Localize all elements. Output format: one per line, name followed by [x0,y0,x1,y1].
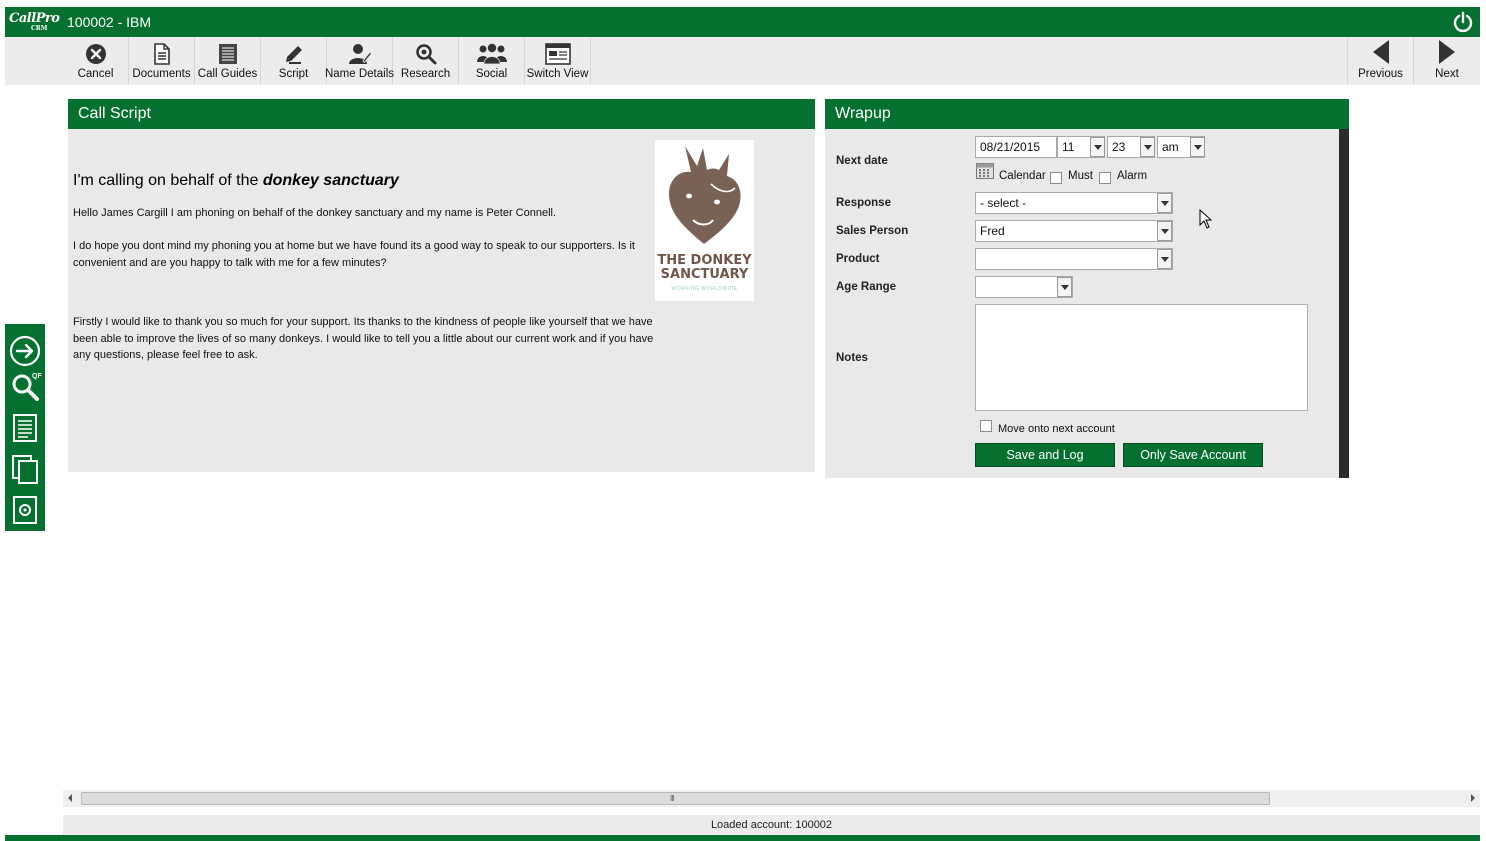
cancel-button[interactable]: Cancel [63,37,129,85]
previous-arrow-icon [1372,40,1389,64]
cancel-label: Cancel [77,68,114,80]
notes-label: Notes [836,352,868,364]
cancel-icon [85,44,106,64]
document-icon [153,43,170,65]
quick-access-sidebar: QF [5,324,45,531]
social-label: Social [475,68,508,80]
response-select[interactable]: - select - [975,192,1173,214]
only-save-account-button[interactable]: Only Save Account [1123,443,1263,467]
script-heading-prefix: I'm calling on behalf of the [73,172,263,189]
arrow-right-circle-icon[interactable] [9,335,41,367]
script-button[interactable]: Script [261,37,327,85]
name-details-button[interactable]: Name Details [324,37,395,85]
calendar-label: Calendar [999,170,1046,182]
documents-label: Documents [132,68,191,80]
notes-textarea[interactable] [975,304,1308,411]
research-button[interactable]: Research [393,37,459,85]
call-guides-label: Call Guides [197,68,258,80]
alarm-checkbox[interactable] [1099,172,1111,184]
call-guides-button[interactable]: Call Guides [195,37,261,85]
next-arrow-icon [1439,40,1455,64]
scroll-thumb[interactable]: III [81,792,1270,805]
next-date-input[interactable]: 08/21/2015 [975,136,1057,158]
toolbar: Cancel Documents Call Guides Script Name… [5,37,1480,85]
move-next-account-label: Move onto next account [998,423,1115,435]
wrapup-body: Next date 08/21/2015 11 23 am Calendar M… [825,129,1349,478]
script-icon [285,46,302,64]
call-script-title: Call Script [78,105,151,122]
app-window: CallPro CRM 100002 - IBM Cancel Documents [5,7,1480,841]
power-icon[interactable] [1452,11,1474,33]
script-paragraph-2: I do hope you dont mind my phoning you a… [73,240,635,269]
scroll-grip: III [670,794,675,803]
next-label: Next [1435,68,1459,80]
previous-button[interactable]: Previous [1347,37,1413,85]
quick-find-button[interactable]: QF [9,371,42,403]
logo-line-1: THE DONKEY [657,253,752,268]
script-paragraph-1: Hello James Cargill I am phoning on beha… [73,207,557,219]
callpro-logo: CallPro CRM [9,11,60,32]
age-range-label: Age Range [836,281,897,293]
logo-line-3: WORKING WORLDWIDE [671,286,738,292]
age-range-dropdown-button[interactable] [1057,277,1072,297]
switch-view-icon [544,43,571,65]
next-date-label: Next date [836,155,888,167]
alarm-label: Alarm [1117,170,1148,182]
script-heading-emphasis: donkey sanctuary [262,172,399,189]
response-dropdown-button[interactable] [1157,193,1172,213]
wrapup-title: Wrapup [835,105,891,122]
previous-label: Previous [1358,68,1403,80]
copy-pages-icon[interactable] [9,453,41,485]
product-label: Product [836,253,880,265]
status-text: Loaded account: 100002 [710,819,833,831]
next-button[interactable]: Next [1413,37,1480,85]
hour-dropdown-button[interactable] [1090,137,1105,157]
social-button[interactable]: Social [459,37,525,85]
script-label: Script [278,68,309,80]
response-label: Response [836,197,891,209]
wrapup-header: Wrapup [825,99,1349,129]
bottom-accent-bar [5,835,1480,841]
name-details-label: Name Details [324,68,395,80]
script-paragraph-3: Firstly I would like to thank you so muc… [73,316,654,361]
documents-button[interactable]: Documents [129,37,195,85]
notes-icon[interactable] [9,412,41,444]
scroll-left-arrow-icon[interactable] [68,794,72,802]
scroll-right-arrow-icon[interactable] [1471,794,1475,802]
window-title: 100002 - IBM [67,14,152,30]
call-script-body: I'm calling on behalf of the donkey sanc… [68,129,815,472]
social-icon [476,43,507,65]
horizontal-scrollbar[interactable]: III [63,790,1480,807]
switch-view-button[interactable]: Switch View [525,37,591,85]
must-label: Must [1068,170,1093,182]
call-guides-icon [218,44,237,64]
ampm-dropdown-button[interactable] [1190,137,1205,157]
switch-view-label: Switch View [526,68,589,80]
donkey-sanctuary-logo: THE DONKEY SANCTUARY WORKING WORLDWIDE [655,140,754,301]
script-heading: I'm calling on behalf of the donkey sanc… [73,172,399,190]
product-select[interactable] [975,248,1173,270]
sales-person-dropdown-button[interactable] [1157,221,1172,241]
research-icon [415,44,436,65]
research-label: Research [400,68,451,80]
calendar-icon[interactable] [976,163,994,179]
move-next-account-checkbox[interactable] [980,420,992,432]
disc-document-icon[interactable] [9,494,41,526]
qf-badge: QF [32,373,42,380]
donkey-heads-icon [669,146,741,244]
title-bar: CallPro CRM 100002 - IBM [5,7,1480,37]
name-details-icon [348,44,372,64]
sales-person-select[interactable]: Fred [975,220,1173,242]
sales-person-label: Sales Person [836,225,909,237]
product-dropdown-button[interactable] [1157,249,1172,269]
save-and-log-button[interactable]: Save and Log [975,443,1115,467]
mouse-cursor-icon [1199,209,1213,229]
must-checkbox[interactable] [1050,172,1062,184]
status-bar: Loaded account: 100002 [63,815,1480,835]
logo-line-2: SANCTUARY [660,267,749,282]
minute-dropdown-button[interactable] [1140,137,1155,157]
call-script-header: Call Script [68,99,815,129]
